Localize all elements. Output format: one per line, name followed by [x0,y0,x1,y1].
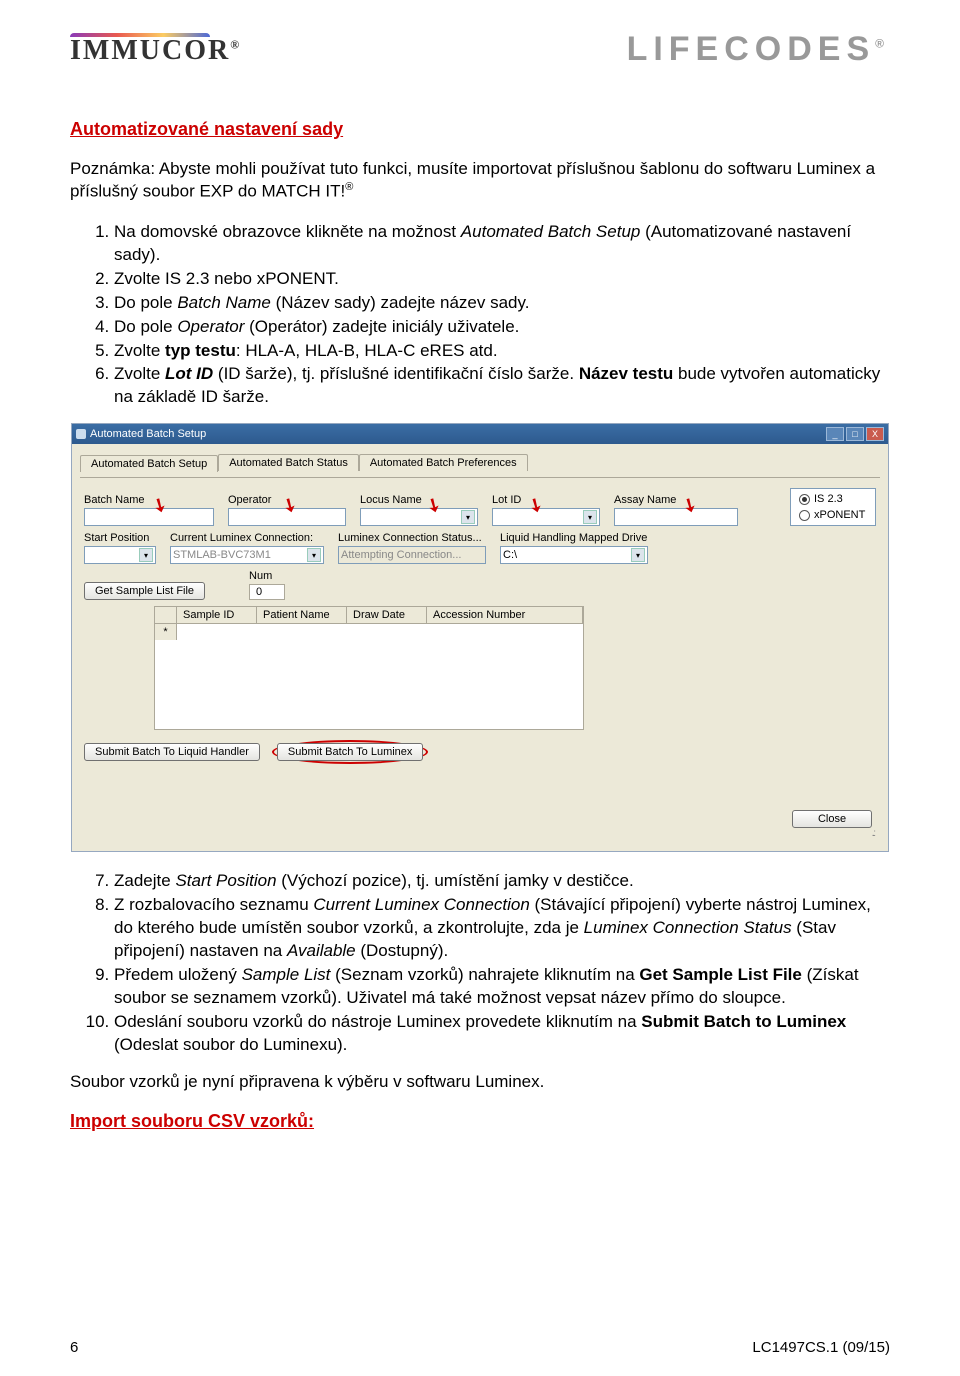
chevron-down-icon: ▾ [461,510,475,524]
lot-id-label: Lot ID [492,494,600,506]
radio-xponent[interactable]: xPONENT [799,509,867,521]
match-it-text: MATCH IT! [262,182,346,201]
batch-name-label: Batch Name [84,494,214,506]
doc-code: LC1497CS.1 (09/15) [752,1339,890,1356]
chevron-down-icon: ▾ [631,548,645,562]
app-icon [76,429,86,439]
closing-paragraph: Soubor vzorků je nyní připravena k výběr… [70,1071,890,1093]
radio-group: IS 2.3 xPONENT [790,488,876,526]
submit-luminex-button[interactable]: Submit Batch To Luminex [277,743,424,761]
tabs: Automated Batch Setup Automated Batch St… [80,454,880,471]
get-sample-list-button[interactable]: Get Sample List File [84,582,205,600]
connection-status-label: Luminex Connection Status... [338,532,486,544]
tab-setup[interactable]: Automated Batch Setup [80,455,218,472]
grid-new-row-marker: * [155,624,177,640]
liquid-drive-label: Liquid Handling Mapped Drive [500,532,648,544]
radio-is23[interactable]: IS 2.3 [799,493,867,505]
minimize-button[interactable]: _ [826,427,844,441]
sample-grid[interactable]: Sample ID Patient Name Draw Date Accessi… [154,606,584,730]
grid-col-patient-name: Patient Name [257,607,347,623]
resize-grip-icon[interactable]: ..: [84,828,876,839]
window-title: Automated Batch Setup [90,428,206,440]
grid-col-draw-date: Draw Date [347,607,427,623]
submit-liquid-button[interactable]: Submit Batch To Liquid Handler [84,743,260,761]
steps-list-2: Zadejte Start Position (Výchozí pozice),… [70,870,890,1057]
note-paragraph: Poznámka: Abyste mohli používat tuto fun… [70,158,890,203]
num-label: Num [249,570,285,582]
tab-status[interactable]: Automated Batch Status [218,454,359,471]
section-title: Automatizované nastavení sady [70,119,890,140]
chevron-down-icon: ▾ [307,548,321,562]
assay-name-label: Assay Name [614,494,738,506]
start-position-combo[interactable]: ▾ [84,546,156,564]
operator-label: Operator [228,494,346,506]
grid-col-accession: Accession Number [427,607,583,623]
close-button[interactable]: Close [792,810,872,828]
num-value: 0 [249,584,285,600]
lot-id-combo[interactable]: ▾ [492,508,600,526]
grid-col-sample-id: Sample ID [177,607,257,623]
immucor-logo: IMMUCOR® [70,33,241,67]
radio-icon [799,494,810,505]
tab-preferences[interactable]: Automated Batch Preferences [359,454,528,471]
locus-name-label: Locus Name [360,494,478,506]
immucor-logo-text: IMMUCOR [70,35,230,66]
lifecodes-logo: LIFECODES® [627,30,890,69]
locus-name-combo[interactable]: ▾ [360,508,478,526]
chevron-down-icon: ▾ [139,548,153,562]
page-footer: 6 LC1497CS.1 (09/15) [70,1339,890,1356]
start-position-label: Start Position [84,532,156,544]
page-header: IMMUCOR® LIFECODES® [70,30,890,69]
highlight-ellipse: Submit Batch To Luminex [272,740,429,764]
liquid-drive-combo[interactable]: C:\▾ [500,546,648,564]
import-link[interactable]: Import souboru CSV vzorků: [70,1111,314,1131]
current-connection-label: Current Luminex Connection: [170,532,324,544]
steps-list-1: Na domovské obrazovce klikněte na možnos… [70,221,890,410]
assay-name-input[interactable] [614,508,738,526]
chevron-down-icon: ▾ [583,510,597,524]
titlebar: Automated Batch Setup _ □ X [72,424,888,444]
connection-status-value [338,546,486,564]
app-window: Automated Batch Setup _ □ X Automated Ba… [71,423,889,852]
page-number: 6 [70,1339,78,1356]
operator-input[interactable] [228,508,346,526]
lifecodes-logo-text: LIFECODES [627,30,876,68]
batch-name-input[interactable] [84,508,214,526]
radio-icon [799,510,810,521]
maximize-button[interactable]: □ [846,427,864,441]
close-window-button[interactable]: X [866,427,884,441]
current-connection-combo[interactable]: STMLAB-BVC73M1▾ [170,546,324,564]
